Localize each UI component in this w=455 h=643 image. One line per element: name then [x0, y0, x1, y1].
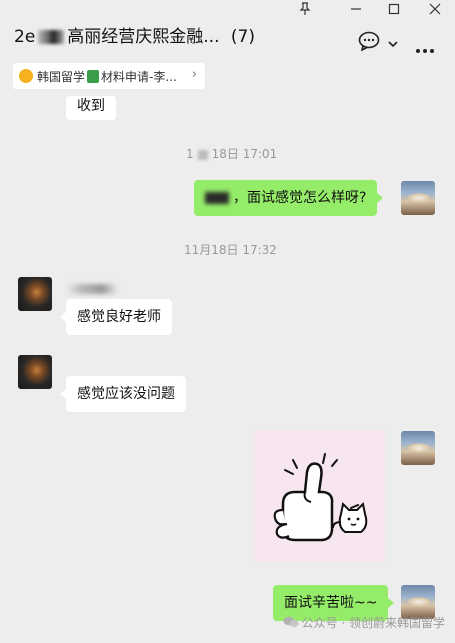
contact-avatar[interactable] — [18, 355, 52, 389]
watermark: 公众号 · 领创蔚来韩国留学 — [283, 614, 445, 631]
timestamp: 1 18日 17:01 — [186, 145, 277, 162]
title-main: 高丽经营庆熙金融... — [67, 27, 220, 47]
redacted-segment — [197, 149, 208, 160]
sender-name — [66, 284, 118, 294]
pin-icon[interactable] — [299, 2, 311, 21]
timestamp-text: 18日 17:01 — [211, 147, 278, 161]
redacted-segment — [205, 192, 229, 204]
contact-avatar[interactable] — [18, 277, 52, 311]
member-count: (7) — [230, 27, 255, 47]
pinned-note-tab[interactable]: 韩国留学 材料申请-李... › — [13, 63, 205, 89]
redacted-segment — [38, 30, 65, 44]
message-text: 收到 — [77, 98, 105, 114]
message-text: 面试辛苦啦~~ — [284, 595, 378, 611]
pinned-label: 韩国留学 — [37, 69, 86, 84]
chevron-down-icon[interactable] — [387, 34, 399, 55]
watermark-text: 公众号 · 领创蔚来韩国留学 — [301, 616, 445, 630]
message-text: 感觉良好老师 — [77, 309, 161, 325]
more-icon[interactable] — [415, 38, 435, 59]
my-avatar[interactable] — [401, 431, 435, 465]
minimize-icon[interactable] — [350, 2, 362, 21]
thumbs-up-sticker-icon — [273, 453, 368, 542]
message-bubble-outgoing[interactable]: ，面试感觉怎么样呀? — [194, 180, 384, 216]
my-avatar[interactable] — [401, 181, 435, 215]
maximize-icon[interactable] — [388, 2, 400, 21]
chat-title: 2e 高丽经营庆熙金融... (7) — [14, 22, 255, 47]
message-text: ，面试感觉怎么样呀? — [233, 190, 367, 206]
wechat-logo-icon — [283, 616, 299, 628]
message-text: 感觉应该没问题 — [77, 386, 175, 402]
message-bubble-incoming-partial[interactable]: 收到 — [66, 96, 116, 120]
timestamp-prefix: 1 — [186, 147, 194, 161]
message-bubble-incoming[interactable]: 感觉应该没问题 — [60, 376, 186, 412]
timestamp: 11月18日 17:32 — [184, 243, 277, 257]
chat-bubble-icon[interactable] — [358, 31, 380, 56]
chevron-right-icon: › — [191, 67, 197, 82]
close-icon[interactable] — [429, 2, 441, 21]
title-bar: 2e 高丽经营庆熙金融... (7) — [0, 0, 455, 58]
title-prefix: 2e — [14, 27, 36, 47]
sticker-thumbs-up[interactable] — [253, 430, 385, 562]
message-bubble-incoming[interactable]: 感觉良好老师 — [60, 299, 172, 335]
note-icon — [87, 69, 100, 83]
sun-icon — [19, 69, 33, 83]
pinned-note-text: 材料申请-李... — [101, 69, 177, 84]
